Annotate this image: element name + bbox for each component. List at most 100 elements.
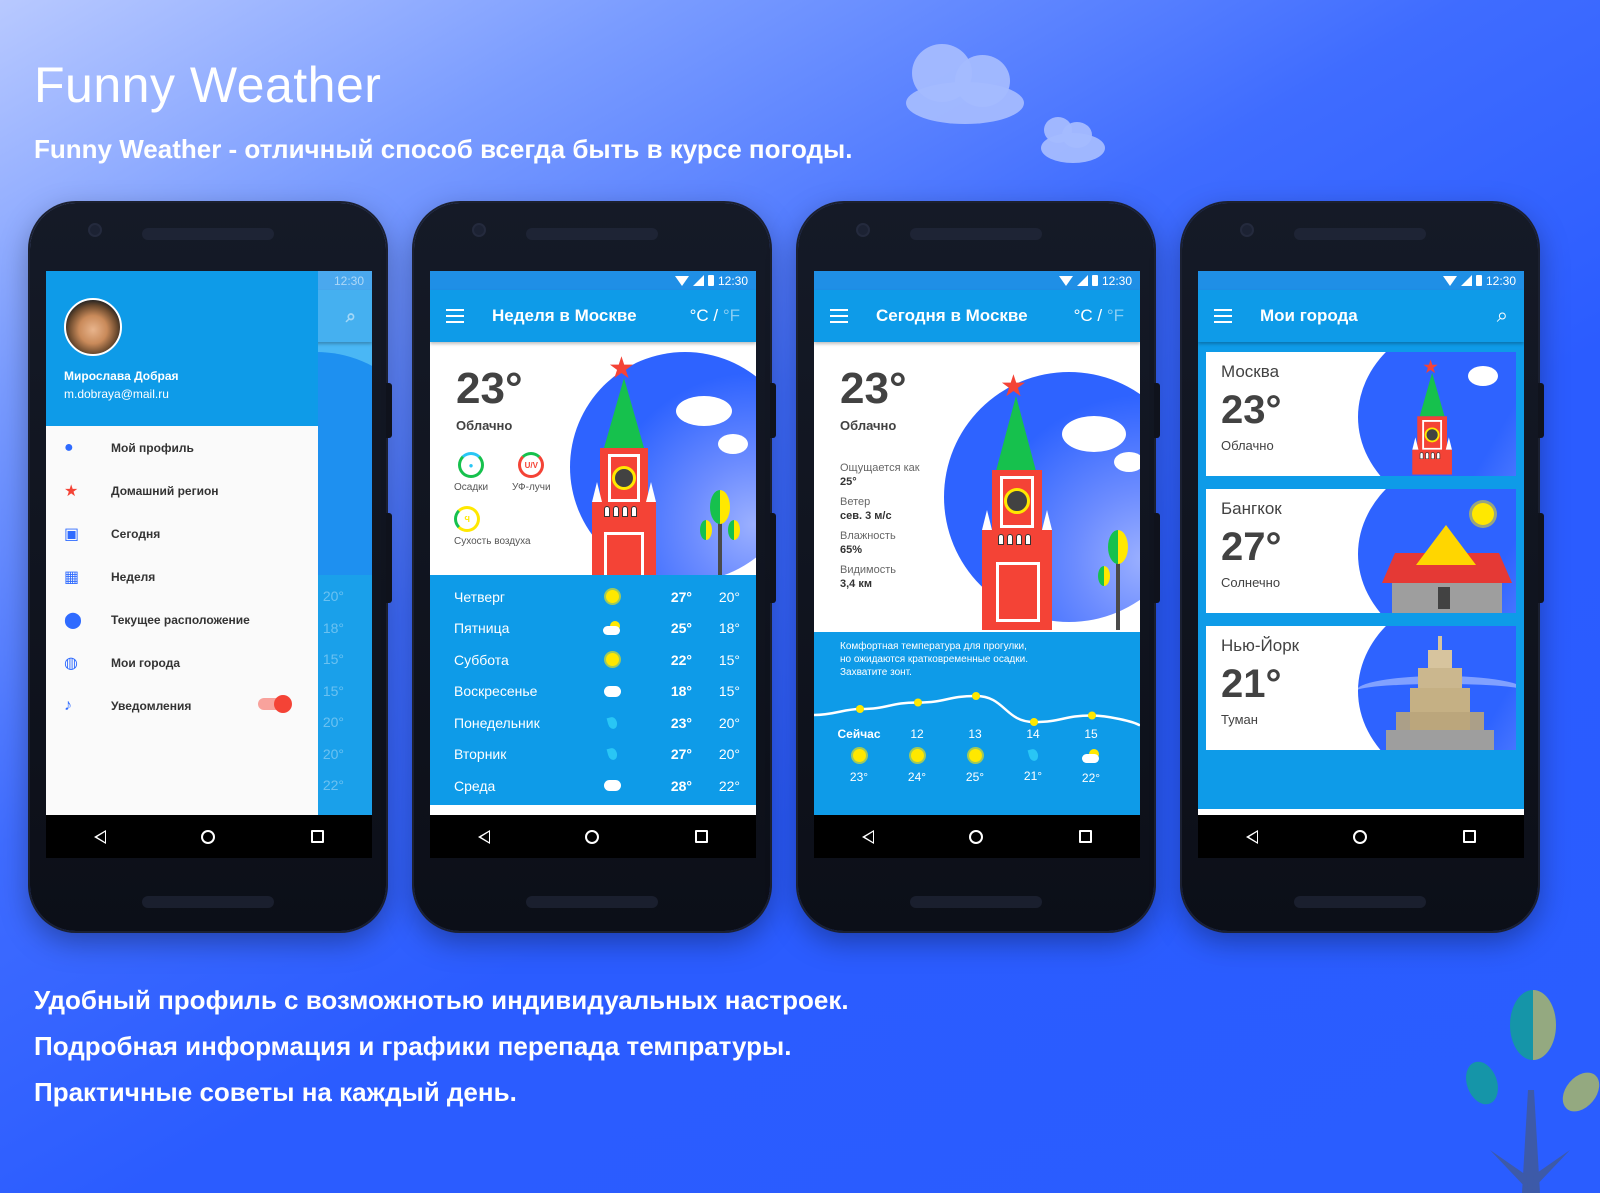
status-bar: 12:30: [1198, 271, 1524, 290]
drawer-item-label: Неделя: [111, 569, 156, 584]
unit-fahrenheit[interactable]: °F: [1107, 306, 1124, 325]
notifications-toggle[interactable]: [258, 695, 292, 713]
drawer-item-label: Домашний регион: [111, 483, 219, 498]
wifi-icon: [1442, 275, 1457, 286]
city-card-moscow[interactable]: ★ Москва 23° Облачно: [1206, 352, 1516, 476]
app-bar: Мои города ⌕: [1198, 290, 1524, 342]
feature-list: Удобный профиль с возможнотью индивидуал…: [34, 985, 849, 1123]
current-condition: Облачно: [456, 418, 513, 433]
speaker-bottom: [526, 896, 658, 908]
app-bar: Сегодня в Москве °C / °F: [814, 290, 1140, 342]
air-dryness-indicator[interactable]: Ϥ Сухость воздуха: [454, 506, 531, 547]
speaker-bottom: [910, 896, 1042, 908]
uv-icon: U/V: [518, 452, 545, 478]
drop-icon: ●: [458, 452, 485, 478]
week-row[interactable]: Воскресенье 18° 15°: [430, 676, 756, 708]
back-icon[interactable]: [861, 829, 874, 844]
city-name: Бангкок: [1221, 499, 1282, 518]
weather-icon-cell: [582, 621, 642, 636]
hour-item[interactable]: 14 21°: [1004, 727, 1062, 785]
volume-button: [770, 513, 776, 603]
city-name: Москва: [1221, 362, 1280, 381]
power-button: [1538, 383, 1544, 438]
avatar[interactable]: [64, 298, 122, 356]
recents-icon[interactable]: [311, 830, 325, 843]
speaker-bottom: [1294, 896, 1426, 908]
power-button: [386, 383, 392, 438]
menu-icon[interactable]: [830, 309, 848, 323]
week-row[interactable]: Вторник 27° 20°: [430, 739, 756, 771]
hour-item[interactable]: Сейчас 23°: [830, 727, 888, 785]
drawer-item-location[interactable]: ⬤ Текущее расположение: [46, 598, 318, 641]
precipitation-indicator[interactable]: ● Осадки: [454, 452, 488, 493]
home-icon[interactable]: [969, 829, 984, 844]
low-temp: 20°: [718, 714, 740, 731]
feature-item: Удобный профиль с возможнотью индивидуал…: [34, 985, 849, 1015]
weather-icon-cell: [582, 590, 642, 604]
power-button: [1154, 383, 1160, 438]
camera: [472, 223, 486, 237]
wifi-icon: [674, 275, 689, 286]
unit-fahrenheit[interactable]: °F: [723, 306, 740, 325]
week-row[interactable]: Среда 28° 22°: [430, 770, 756, 802]
back-icon[interactable]: [1245, 829, 1258, 844]
hour-item[interactable]: 15 22°: [1062, 727, 1120, 785]
recents-icon[interactable]: [695, 830, 709, 843]
unit-switch[interactable]: °C / °F: [1074, 306, 1124, 326]
hour-label: 15: [1084, 727, 1098, 741]
drawer-item-week[interactable]: ▦ Неделя: [46, 555, 318, 598]
drawer-item-profile[interactable]: ● Мой профиль: [46, 426, 318, 469]
city-card-new-york[interactable]: Нью-Йорк 21° Туман: [1206, 626, 1516, 750]
search-icon[interactable]: ⌕: [1497, 305, 1508, 328]
weather-hero: ★ 23° Облачно Ощущается как 25° Ветер сев. …: [814, 342, 1140, 632]
android-nav-bar: [46, 815, 372, 858]
current-condition: Облачно: [840, 418, 897, 433]
home-icon[interactable]: [201, 829, 216, 844]
week-row[interactable]: Четверг 27° 20°: [430, 581, 756, 613]
week-row[interactable]: Пятница 25° 18°: [430, 613, 756, 645]
volume-button: [386, 513, 392, 603]
weather-hero: ★ 23° Облачно ● Осадки U/V УФ-лучи Ϥ Сух…: [430, 342, 756, 575]
drawer-item-home-region[interactable]: ★ Домашний регион: [46, 469, 318, 512]
home-icon[interactable]: [1353, 829, 1368, 844]
hour-temp: 22°: [1081, 771, 1101, 785]
signal-icon: [1460, 275, 1472, 286]
status-bar: 12:30: [430, 271, 756, 290]
drawer-item-today[interactable]: ▣ Сегодня: [46, 512, 318, 555]
high-temp: 27°: [670, 588, 692, 605]
cloud-illustration: [1114, 452, 1140, 472]
drawer-item-my-cities[interactable]: ◍ Мои города: [46, 641, 318, 684]
low-temp: 15°: [718, 683, 740, 700]
city-card-bangkok[interactable]: Бангкок 27° Солнечно: [1206, 489, 1516, 613]
unit-celsius[interactable]: °C: [690, 306, 709, 325]
recents-icon[interactable]: [1079, 830, 1093, 843]
home-icon[interactable]: [585, 829, 600, 844]
back-icon[interactable]: [93, 829, 106, 844]
menu-icon[interactable]: [446, 309, 464, 323]
hour-label: 12: [910, 727, 924, 741]
status-time: 12:30: [333, 273, 364, 288]
android-nav-bar: [814, 815, 1140, 858]
unit-switch[interactable]: °C / °F: [690, 306, 740, 326]
weather-details: Ощущается как 25° Ветер сев. 3 м/с Влажность…: [840, 454, 920, 590]
menu-icon[interactable]: [1214, 309, 1232, 323]
volume-button: [1538, 513, 1544, 603]
back-icon[interactable]: [477, 829, 490, 844]
battery-icon: [1091, 275, 1098, 286]
screen: 12:30 ⌕ 20° 18° 15° 15° 20° 20° 22° Мирослава …: [46, 271, 372, 858]
week-row[interactable]: Понедельник 23° 20°: [430, 707, 756, 739]
drawer-item-notifications[interactable]: ♪ Уведомления: [46, 684, 318, 727]
uv-indicator[interactable]: U/V УФ-лучи: [512, 452, 551, 493]
phone-week-forecast: 12:30 Неделя в Москве °C / °F ★ 23° Обла…: [414, 203, 776, 931]
day-name: Четверг: [454, 588, 506, 605]
week-row[interactable]: Суббота 22° 15°: [430, 644, 756, 676]
drawer-item-label: Текущее расположение: [111, 612, 250, 627]
indicator-label: УФ-лучи: [512, 482, 551, 493]
screen-title: Мои города: [1260, 306, 1358, 325]
hour-item[interactable]: 13 25°: [946, 727, 1004, 785]
speaker-bottom: [142, 896, 274, 908]
recents-icon[interactable]: [1463, 830, 1477, 843]
unit-celsius[interactable]: °C: [1074, 306, 1093, 325]
person-icon: ●: [64, 438, 74, 456]
hour-item[interactable]: 12 24°: [888, 727, 946, 785]
